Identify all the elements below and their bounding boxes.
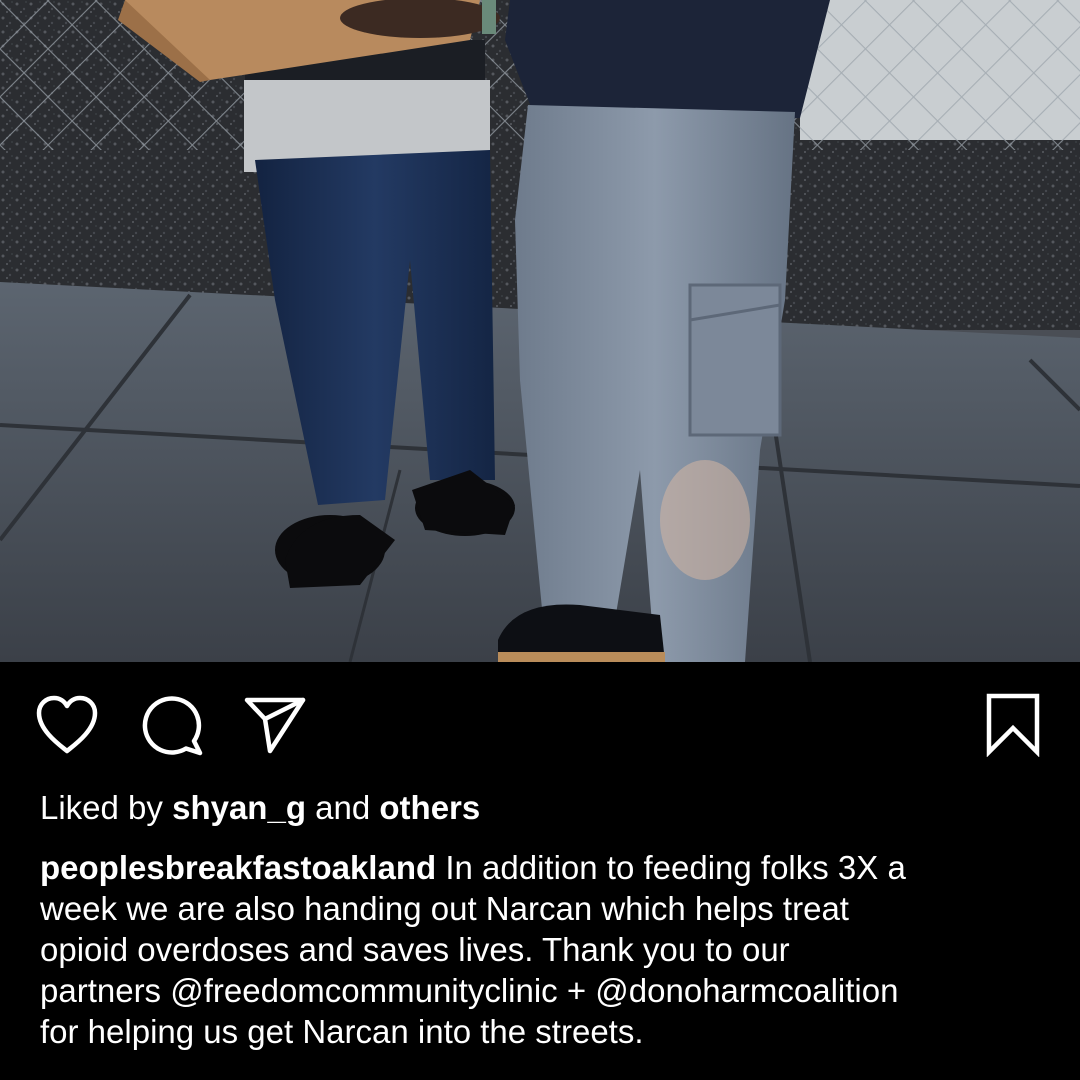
caption-line-3: opioid overdoses and saves lives. Thank … [40,931,790,968]
caption-line-2: week we are also handing out Narcan whic… [40,890,849,927]
caption-plus: + [557,972,596,1009]
mention-link-freedomcommunityclinic[interactable]: @freedomcommunityclinic [170,972,557,1009]
bookmark-icon[interactable] [980,692,1046,758]
caption-text-4: partners [40,972,171,1009]
heart-icon[interactable] [34,692,100,758]
comment-bubble-icon[interactable] [140,692,206,758]
liked-by-summary: Liked by shyan_g and others [40,786,480,830]
caption-line-5: for helping us get Narcan into the stree… [40,1013,644,1050]
liked-by-user-link[interactable]: shyan_g [172,789,306,826]
caption-text-1: In addition to feeding folks 3X a [436,849,906,886]
post-caption: peoplesbreakfastoakland In addition to f… [40,847,1050,1052]
liked-by-others-link[interactable]: others [379,789,480,826]
liked-by-connector: and [315,789,371,826]
post-photo[interactable] [0,0,1080,662]
paper-plane-icon[interactable] [242,692,308,758]
caption-username-link[interactable]: peoplesbreakfastoakland [40,849,436,886]
post-photo-illustration [0,0,1080,662]
post-action-bar [0,662,1080,772]
liked-by-prefix: Liked by [40,789,163,826]
caption-line-4: partners @freedomcommunityclinic + @dono… [40,970,1050,1011]
caption-line-1: peoplesbreakfastoakland In addition to f… [40,847,1050,888]
mention-link-donoharmcoalition[interactable]: @donoharmcoalition [595,972,898,1009]
